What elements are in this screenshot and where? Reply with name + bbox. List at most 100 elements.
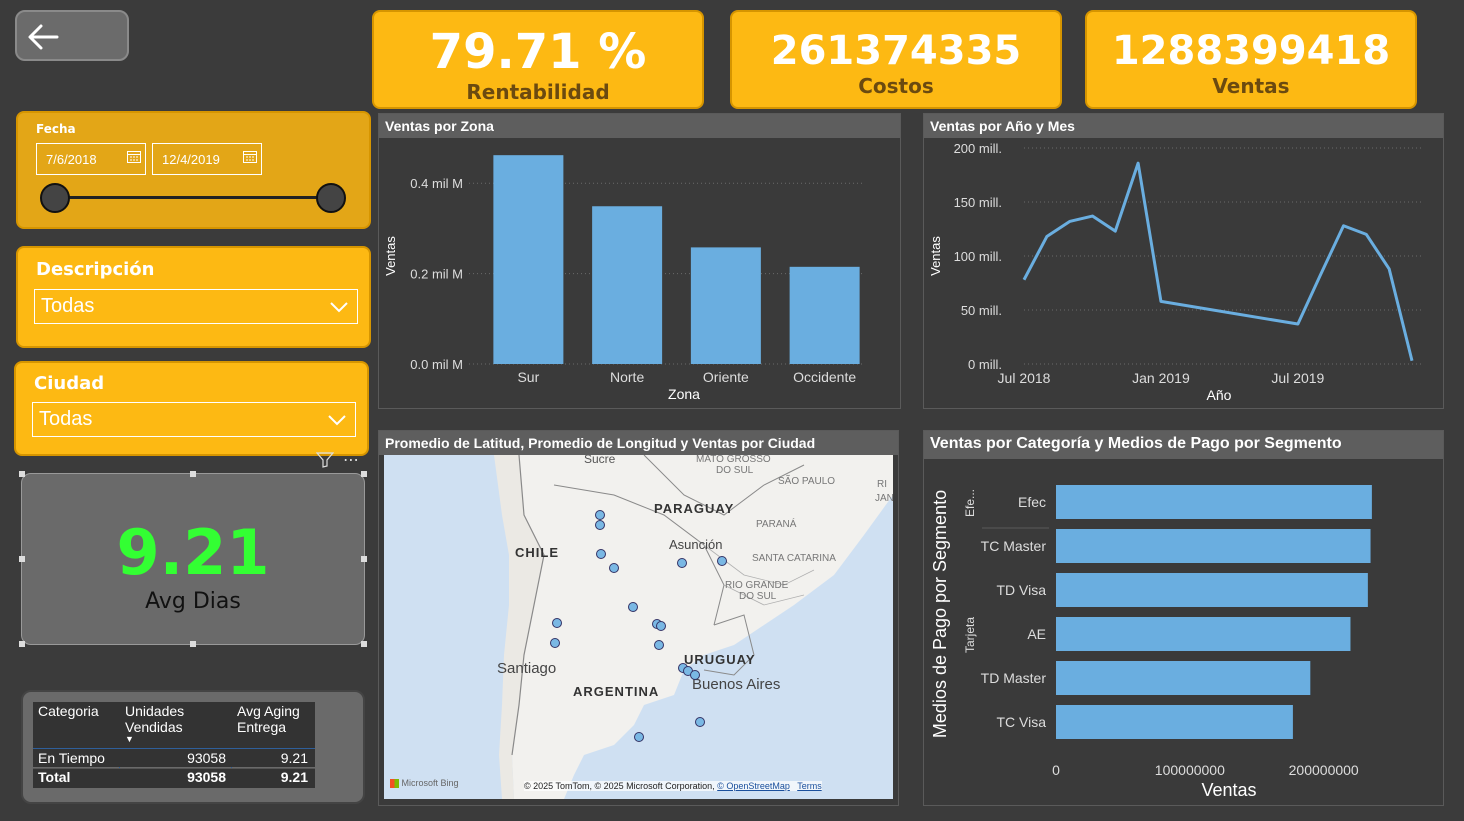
microsoft-logo-icon <box>390 779 399 789</box>
map-label: DO SUL <box>739 591 777 602</box>
bar-sur[interactable] <box>493 155 564 364</box>
series-line-ventas <box>1022 161 1414 362</box>
ventas-por-zona-chart[interactable]: Ventas por Zona 0.0 mil M 0.2 mil M 0.4 mi… <box>378 113 901 409</box>
fecha-slider-track[interactable] <box>56 196 332 199</box>
sort-desc-icon: ▼ <box>125 734 134 744</box>
descripcion-dropdown[interactable]: Todas <box>34 289 358 324</box>
map-label: Buenos Aires <box>692 676 781 693</box>
more-options-icon[interactable]: ⋯ <box>343 450 360 470</box>
y-tick-label: AE <box>1027 626 1046 642</box>
table-header-unidades-1[interactable]: Unidades <box>125 703 184 719</box>
city-dot[interactable] <box>656 621 666 631</box>
kpi-rentabilidad: 79.71 % Rentabilidad <box>372 10 704 109</box>
fecha-end-value: 12/4/2019 <box>162 152 220 167</box>
x-tick-label: Jan 2019 <box>1132 370 1190 386</box>
total-avg: 9.21 <box>280 769 308 785</box>
group-label: Efe... <box>963 489 977 517</box>
city-dot[interactable] <box>609 563 619 573</box>
city-dot[interactable] <box>717 556 727 566</box>
map-label: Santiago <box>497 660 557 677</box>
bing-text: Microsoft Bing <box>401 778 459 788</box>
bar-oriente[interactable] <box>690 247 761 364</box>
map-base-svg <box>494 455 893 799</box>
city-dot[interactable] <box>595 520 605 530</box>
city-dot[interactable] <box>550 638 560 648</box>
x-axis-label: Ventas <box>1201 780 1256 800</box>
ventas-por-zona-title: Ventas por Zona <box>379 114 900 138</box>
kpi-rentabilidad-value: 79.71 % <box>429 24 647 80</box>
bing-logo: Microsoft Bing <box>390 778 459 789</box>
chevron-down-icon <box>330 302 348 313</box>
bar-td-visa[interactable] <box>1056 573 1368 607</box>
bar-td-master[interactable] <box>1056 661 1311 695</box>
table-header-avg-2[interactable]: Entrega <box>237 719 286 735</box>
city-dot[interactable] <box>677 558 687 568</box>
city-dot[interactable] <box>628 602 638 612</box>
bar-norte[interactable] <box>592 206 663 364</box>
avg-dias-card[interactable]: 9.21 Avg Dias <box>19 471 367 647</box>
resize-handle[interactable] <box>19 641 25 647</box>
city-dot[interactable] <box>596 549 606 559</box>
ventas-por-categoria-chart[interactable]: Ventas por Categoría y Medios de Pago po… <box>923 430 1444 806</box>
city-dot[interactable] <box>634 732 644 742</box>
table-header-avg-1[interactable]: Avg Aging <box>237 703 300 719</box>
resize-handle[interactable] <box>190 471 196 477</box>
fecha-slicer-title: Fecha <box>36 122 76 136</box>
city-dot[interactable] <box>695 717 705 727</box>
chevron-down-icon <box>328 415 346 426</box>
city-dot[interactable] <box>595 510 605 520</box>
osm-link[interactable]: © OpenStreetMap <box>717 781 790 791</box>
bar-occidente[interactable] <box>789 266 860 364</box>
avg-dias-value: 9.21 <box>116 516 270 589</box>
resize-handle[interactable] <box>361 556 367 562</box>
map-canvas[interactable]: Sucre MATO GROSSO DO SUL SÃO PAULO RI JA… <box>384 455 893 799</box>
city-dot[interactable] <box>552 618 562 628</box>
x-tick-label: 100000000 <box>1155 762 1225 778</box>
map-label: DO SUL <box>716 465 754 476</box>
city-dot[interactable] <box>654 640 664 650</box>
map-label: ARGENTINA <box>573 684 660 699</box>
y-tick-label: 0.4 mil M <box>410 176 463 191</box>
ventas-por-ano-mes-chart[interactable]: Ventas por Año y Mes 0 mill. 50 mill. 100 … <box>923 113 1444 409</box>
y-tick-label: 50 mill. <box>961 303 1002 318</box>
resize-handle[interactable] <box>361 471 367 477</box>
y-axis-label: Ventas <box>928 236 943 276</box>
ventas-por-ano-mes-title: Ventas por Año y Mes <box>924 114 1443 138</box>
table-header-unidades-2[interactable]: Vendidas <box>125 719 183 735</box>
back-button[interactable] <box>15 10 129 61</box>
y-axis-label: Medios de Pago por Segmento <box>930 490 950 738</box>
bar-tc-visa[interactable] <box>1056 705 1293 739</box>
bar-ae[interactable] <box>1056 617 1351 651</box>
y-tick-label: TD Visa <box>996 582 1046 598</box>
ciudad-slicer-title: Ciudad <box>34 373 105 394</box>
resize-handle[interactable] <box>361 641 367 647</box>
y-axis-label: Ventas <box>383 236 398 276</box>
fecha-slider-end-handle[interactable] <box>316 183 346 213</box>
x-axis-label: Zona <box>668 386 700 402</box>
x-tick-label: Norte <box>610 369 644 385</box>
ventas-por-zona-svg: 0.0 mil M 0.2 mil M 0.4 mil M Sur Norte Orien… <box>383 155 864 402</box>
fecha-slider-start-handle[interactable] <box>40 183 70 213</box>
fecha-start-input[interactable]: 7/6/2018 <box>36 143 146 175</box>
city-dot[interactable] <box>690 670 700 680</box>
filter-icon[interactable] <box>316 452 334 468</box>
arrow-left-icon <box>28 24 59 50</box>
ciudad-dropdown[interactable]: Todas <box>32 402 356 437</box>
map-visual[interactable]: Promedio de Latitud, Promedio de Longitu… <box>378 430 899 806</box>
bar-efec[interactable] <box>1056 485 1372 519</box>
resize-handle[interactable] <box>190 641 196 647</box>
resize-handle[interactable] <box>19 471 25 477</box>
resize-handle[interactable] <box>19 556 25 562</box>
descripcion-slicer-title: Descripción <box>36 259 155 280</box>
y-tick-label: TD Master <box>981 670 1047 686</box>
row-categoria: En Tiempo <box>38 750 105 766</box>
kpi-costos-value: 261374335 <box>770 28 1022 74</box>
total-unidades: 93058 <box>187 769 226 785</box>
fecha-end-input[interactable]: 12/4/2019 <box>152 143 262 175</box>
table-header-categoria[interactable]: Categoria <box>38 703 99 719</box>
terms-link[interactable]: Terms <box>797 781 822 791</box>
map-title: Promedio de Latitud, Promedio de Longitu… <box>379 431 898 455</box>
x-tick-label: Occidente <box>793 369 856 385</box>
y-tick-label: 100 mill. <box>954 249 1002 264</box>
bar-tc-master[interactable] <box>1056 529 1371 563</box>
